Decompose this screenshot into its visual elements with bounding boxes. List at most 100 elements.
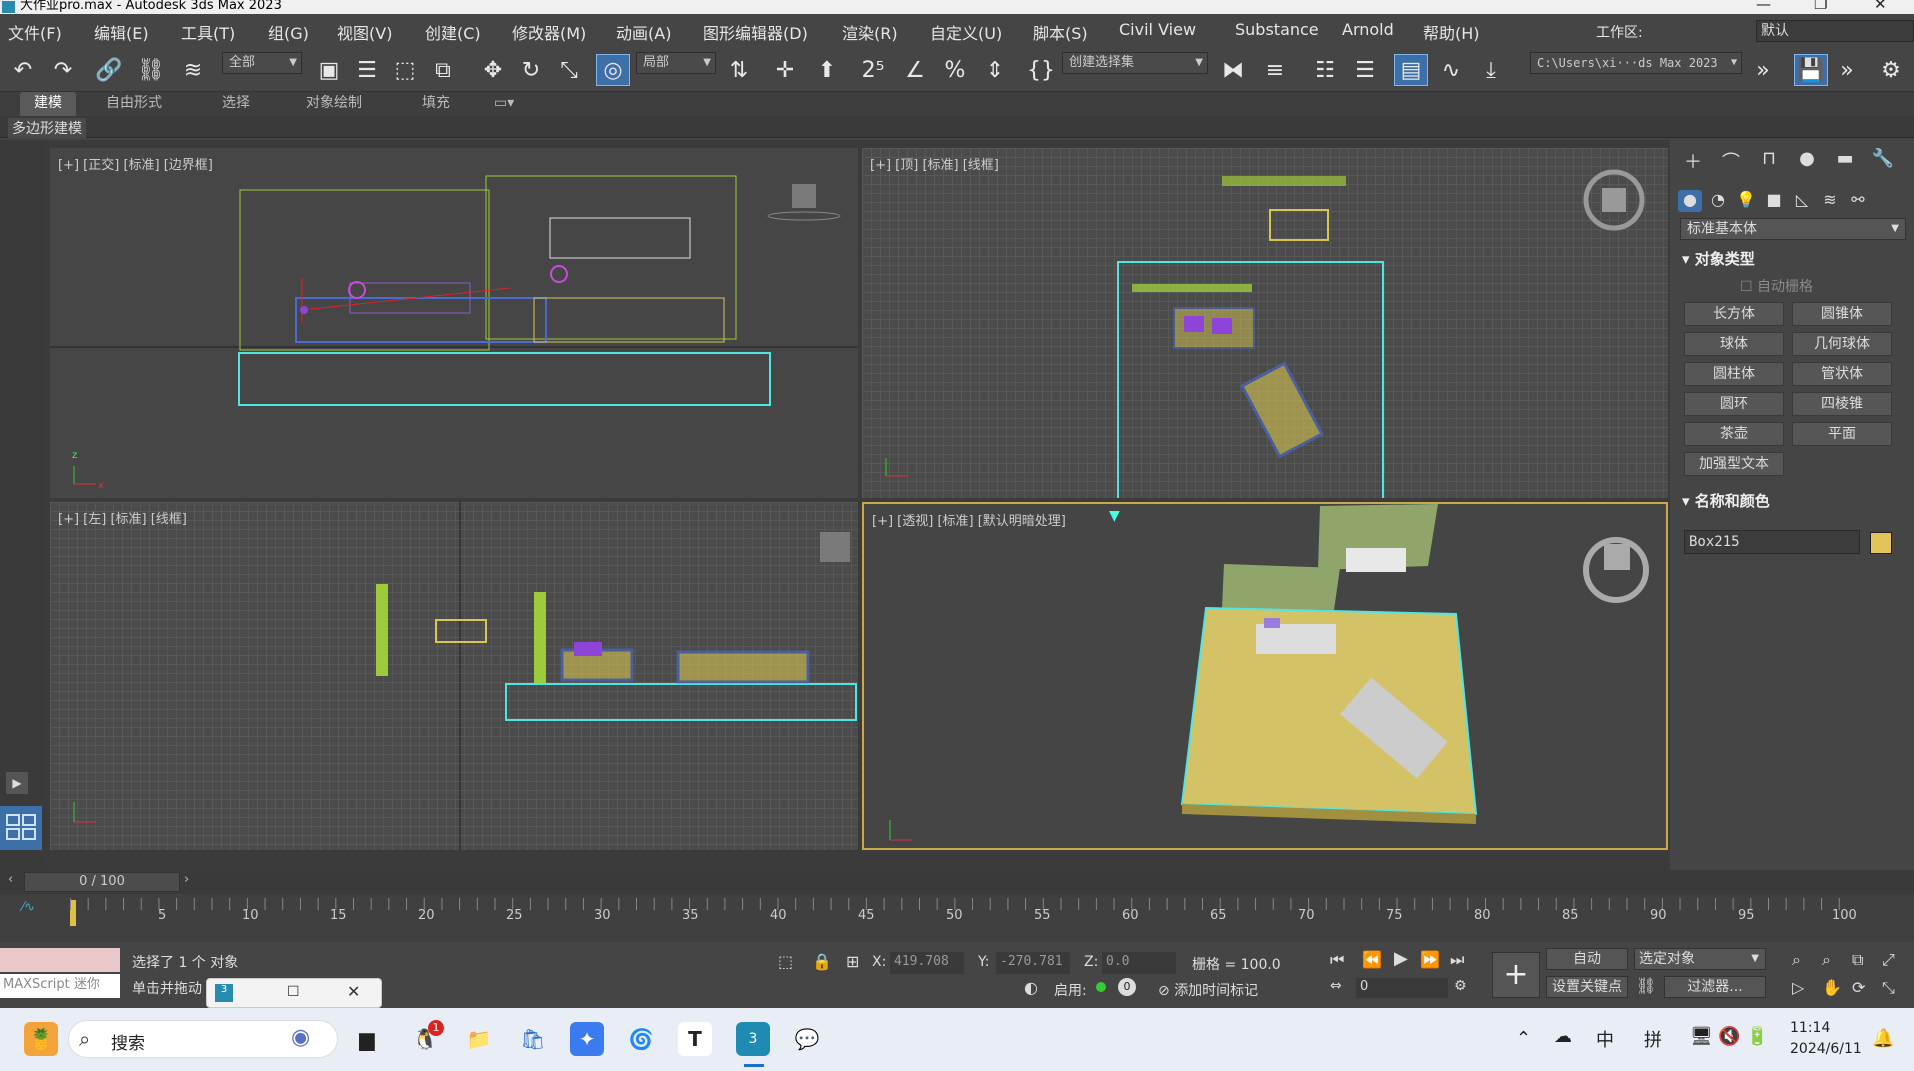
orbit-icon[interactable]: ⟳ (1852, 978, 1865, 997)
zoom-extents-icon[interactable]: ⧉ (1852, 950, 1863, 970)
wechat-icon[interactable]: 💬 (790, 1022, 824, 1056)
minimize-icon[interactable]: — (1756, 0, 1771, 12)
x-field[interactable]: 419.708 (890, 952, 964, 974)
viewport-front[interactable]: [+] [正交] [标准] [边界框] z x (50, 148, 858, 498)
track-bar[interactable]: ⁄∿ 5 10 15 20 25 30 35 40 45 50 55 60 65… (0, 894, 1914, 942)
schematic-view-icon[interactable]: ⤓ (1474, 54, 1508, 86)
time-slider-thumb[interactable]: 0 / 100 (24, 872, 180, 892)
file-explorer-icon[interactable]: 📁 (462, 1022, 496, 1056)
object-name-field[interactable]: Box215 (1684, 530, 1860, 554)
curve-editor-icon[interactable]: ∿ (1434, 54, 1468, 86)
torus-button[interactable]: 圆环 (1684, 392, 1784, 416)
cylinder-button[interactable]: 圆柱体 (1684, 362, 1784, 386)
pan-icon[interactable]: ✋ (1822, 978, 1842, 997)
isolate-selection-icon[interactable]: ⬚ (778, 952, 793, 971)
auto-key-button[interactable]: 自动 (1546, 948, 1628, 970)
menu-help[interactable]: 帮助(H) (1423, 20, 1480, 44)
viewport-top[interactable]: [+] [顶] [标准] [线框] (862, 148, 1668, 498)
primitive-type-dropdown[interactable]: 标准基本体 ▼ (1680, 218, 1906, 240)
y-field[interactable]: -270.781 (996, 952, 1070, 974)
move-icon[interactable]: ✥ (476, 54, 510, 86)
clock-date[interactable]: 2024/6/11 (1790, 1041, 1862, 1057)
named-selection-dropdown[interactable]: 创建选择集 ▼ (1062, 52, 1208, 74)
lock-icon[interactable]: 🔒 (812, 952, 832, 971)
close-icon[interactable]: ✕ (347, 982, 360, 1001)
key-filters-icon[interactable]: ⛓ (1636, 976, 1656, 995)
3dsmax-taskbar-icon[interactable]: 3 (736, 1022, 770, 1056)
battery-icon[interactable]: 🔋 (1746, 1026, 1768, 1047)
next-frame-icon[interactable]: › (184, 872, 189, 887)
tube-button[interactable]: 管状体 (1792, 362, 1892, 386)
menu-civil-view[interactable]: Civil View (1119, 20, 1196, 39)
field-of-view-icon[interactable]: ▷ (1792, 978, 1804, 997)
edit-named-sets-icon[interactable]: {} (1024, 54, 1058, 86)
tab-selection[interactable]: 选择 (222, 92, 250, 116)
spinner-snap-icon[interactable]: ⇕ (978, 54, 1012, 86)
taskbar-preview-popup[interactable]: 3 ☐ ✕ (206, 978, 382, 1008)
menu-tools[interactable]: 工具(T) (181, 20, 235, 44)
align-icon[interactable]: ≡ (1258, 54, 1292, 86)
tab-populate[interactable]: 填充 (422, 92, 450, 116)
textplus-button[interactable]: 加强型文本 (1684, 452, 1784, 476)
menu-group[interactable]: 组(G) (268, 20, 309, 44)
lights-icon[interactable]: 💡 (1734, 190, 1758, 212)
spacewarps-icon[interactable]: ≋ (1818, 190, 1842, 212)
set-key-button[interactable]: 设置关键点 (1546, 976, 1628, 998)
z-field[interactable]: 0.0 (1102, 952, 1176, 974)
snap-2-5-icon[interactable]: 2⁵ (856, 54, 890, 86)
close-icon[interactable]: ✕ (1874, 0, 1887, 12)
scene-explorer-icon[interactable]: ☷ (1308, 54, 1342, 86)
select-by-name-icon[interactable]: ☰ (350, 54, 384, 86)
selected-object-dropdown[interactable]: 选定对象 ▼ (1634, 948, 1766, 970)
zoom-all-icon[interactable]: ⌕ (1822, 950, 1831, 970)
ribbon-options-icon[interactable]: ▭▾ (494, 92, 514, 116)
go-to-start-icon[interactable]: ⏮ (1330, 950, 1344, 970)
ime-mode[interactable]: 中 (1596, 1026, 1614, 1052)
pyramid-button[interactable]: 四棱锥 (1792, 392, 1892, 416)
systems-icon[interactable]: ⚯ (1846, 190, 1870, 212)
task-view-icon[interactable]: ▆ (350, 1022, 384, 1056)
menu-edit[interactable]: 编辑(E) (94, 20, 149, 44)
set-key-big-button[interactable]: + (1492, 952, 1540, 998)
rotate-icon[interactable]: ↻ (514, 54, 548, 86)
teapot-button[interactable]: 茶壶 (1684, 422, 1784, 446)
menu-scripting[interactable]: 脚本(S) (1033, 20, 1088, 44)
display-tab-icon[interactable]: ▬ (1832, 148, 1858, 172)
bind-spacewarp-icon[interactable]: ≋ (176, 54, 210, 86)
cameras-icon[interactable]: ■ (1762, 190, 1786, 212)
rect-selection-icon[interactable]: ⬚ (388, 54, 422, 86)
undo-icon[interactable]: ↶ (6, 54, 40, 86)
name-color-header[interactable]: ▾ 名称和颜色 (1682, 490, 1770, 511)
menu-substance[interactable]: Substance (1235, 20, 1319, 39)
redo-icon[interactable]: ↷ (46, 54, 80, 86)
viewport-left[interactable]: [+] [左] [标准] [线框] (50, 502, 858, 850)
render-icon[interactable]: ⚙ (1874, 54, 1908, 86)
menu-create[interactable]: 创建(C) (425, 20, 481, 44)
select-object-icon[interactable]: ▣ (312, 54, 346, 86)
helpers-icon[interactable]: ◺ (1790, 190, 1814, 212)
object-color-swatch[interactable] (1870, 532, 1892, 554)
geometry-icon[interactable]: ● (1678, 190, 1702, 212)
viewport-layout-icon[interactable] (0, 806, 42, 850)
time-config-icon[interactable]: ⚙ (1454, 978, 1467, 994)
menu-rendering[interactable]: 渲染(R) (842, 20, 898, 44)
zoom-icon[interactable]: ⌕ (1792, 950, 1801, 970)
object-type-header[interactable]: ▾ 对象类型 (1682, 248, 1755, 269)
notification-bell-icon[interactable]: 🔔 (1872, 1028, 1894, 1049)
edge-icon[interactable]: 🌀 (624, 1022, 658, 1056)
utilities-tab-icon[interactable]: 🔧 (1870, 148, 1896, 172)
menu-modifiers[interactable]: 修改器(M) (512, 20, 586, 44)
window-crossing-icon[interactable]: ⧉ (426, 54, 460, 86)
filters-button[interactable]: 过滤器... (1664, 976, 1766, 998)
geosphere-button[interactable]: 几何球体 (1792, 332, 1892, 356)
maximize-icon[interactable]: ❐ (1814, 0, 1827, 12)
menu-animation[interactable]: 动画(A) (616, 20, 671, 44)
volume-muted-icon[interactable]: 🔇 (1718, 1026, 1740, 1047)
key-mode-icon[interactable]: ⇔ (1330, 978, 1342, 994)
add-time-tag[interactable]: ⊘ 添加时间标记 (1158, 980, 1258, 1000)
maxscript-listener[interactable] (0, 948, 120, 972)
save-icon[interactable]: 💾 (1794, 54, 1828, 86)
keyboard-shortcut-icon[interactable]: ✛ (768, 54, 802, 86)
search-box[interactable]: ⌕ 搜索 ◉ (68, 1020, 338, 1058)
layer-explorer-icon[interactable]: ☰ (1348, 54, 1382, 86)
